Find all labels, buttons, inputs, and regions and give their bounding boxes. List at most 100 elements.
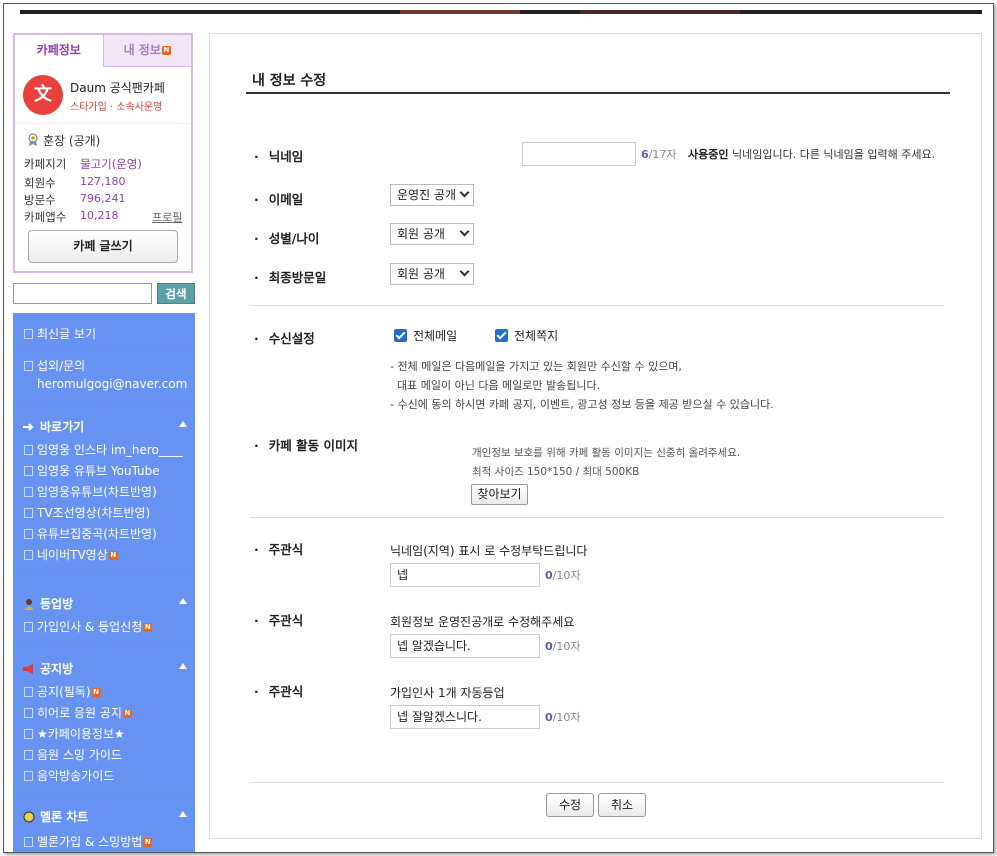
sidebar-item-link[interactable]: 음악방송가이드 (24, 767, 114, 784)
tab-cafe-info[interactable]: 카페정보 (15, 35, 103, 67)
sidebar-item-label: 네이버TV영상 (37, 548, 108, 562)
field-label: 주관식 (268, 613, 304, 628)
sidebar-item-link[interactable]: TV조선영상(차트반영) (24, 504, 150, 521)
collapse-arrow-icon[interactable] (179, 421, 187, 427)
sidebar-item-link[interactable]: 음원 스밍 가이드 (24, 746, 122, 763)
sidebar-item-link[interactable]: 유튜브집중곡(차트반영) (24, 525, 157, 542)
chevron-down-icon (459, 226, 470, 237)
sidebar-item-link[interactable]: 임영웅유튜브(차트반영) (24, 483, 157, 500)
sidebar-item-recent[interactable]: 최신글 보기 (24, 325, 96, 342)
char-count-max: /17자 (648, 148, 677, 161)
question-text: 가입인사 1개 자동등업 (390, 686, 505, 700)
answer-input[interactable]: 넵 잘알겠스니다. (390, 705, 540, 729)
nickname-message-text: 닉네임입니다. 다른 닉네임을 입력해 주세요. (728, 148, 936, 161)
field-label: 카페 활동 이미지 (268, 438, 358, 453)
browse-button[interactable]: 찾아보기 (471, 484, 528, 505)
answer-char-count: 0/10자 (545, 709, 580, 725)
sidebar-item-link[interactable]: ★카페이용정보★ (24, 725, 125, 742)
megaphone-icon (23, 664, 33, 674)
search-input[interactable] (13, 283, 152, 304)
sidebar-item-link[interactable]: 네이버TV영상 N (24, 546, 118, 563)
email-visibility-select[interactable]: 운영진 공개 (390, 184, 474, 206)
list-bullet-icon (24, 487, 33, 497)
stat-value: 127,180 (80, 175, 126, 188)
question-label: · 주관식 (254, 613, 304, 628)
last-visit-visibility-select[interactable]: 회원 공개 (390, 263, 474, 285)
cafe-subtitle: 스타가입 · 소속사운영 (70, 102, 163, 113)
divider (13, 405, 195, 406)
question-label: · 주관식 (254, 684, 304, 699)
new-badge-icon: N (122, 709, 132, 718)
char-count-max: /10자 (552, 711, 581, 724)
question-text: 닉네임(지역) 표시 로 수정부탁드립니다 (390, 544, 588, 558)
contact-email[interactable]: heromulgogi@naver.com (37, 377, 187, 391)
sidebar-item-link[interactable]: 가입인사 & 등업신청 N (24, 618, 153, 635)
section-title: 등업방 (40, 597, 74, 611)
sidebar-item-link[interactable]: 멜론가입 & 스밍방법 N (24, 833, 153, 850)
collapse-arrow-icon[interactable] (179, 663, 187, 669)
image-size-note: 최적 사이즈 150*150 / 최대 500KB (472, 466, 640, 478)
medal-icon (28, 133, 38, 146)
section-levelup[interactable]: 등업방 (22, 595, 73, 612)
question-label: · 주관식 (254, 542, 304, 557)
cafe-name[interactable]: Daum 공식팬카페 (70, 79, 165, 96)
new-badge-icon: N (161, 46, 171, 55)
list-bullet-icon (24, 622, 33, 632)
stat-label: 카페앱수 (24, 210, 67, 224)
image-note: 개인정보 보호를 위해 카페 활동 이미지는 신중히 올려주세요. (472, 447, 741, 459)
divider (250, 782, 944, 783)
gender-age-label: · 성별/나이 (254, 231, 320, 246)
tab-my-info[interactable]: 내 정보 N (102, 35, 191, 67)
field-label: 수신설정 (268, 331, 315, 346)
cancel-button[interactable]: 취소 (598, 793, 646, 817)
divider (250, 305, 944, 306)
all-note-checkbox[interactable]: 전체쪽지 (495, 327, 558, 344)
sidebar-item-link[interactable]: 공지(필독) N (24, 683, 101, 700)
select-value: 회원 공개 (397, 267, 445, 281)
list-bullet-icon (24, 529, 33, 539)
stat-value: 10,218 (80, 209, 119, 222)
section-shortcuts[interactable]: 바로가기 (22, 418, 84, 435)
char-count-value: 0 (545, 569, 553, 582)
sidebar-item-link[interactable]: 임영웅 유튜브 YouTube (24, 462, 160, 479)
chevron-down-icon (459, 187, 470, 198)
answer-input[interactable]: 넵 알겠습니다. (390, 634, 540, 658)
nickname-char-count: 6/17자 (641, 146, 676, 162)
stat-label: 방문수 (24, 193, 56, 207)
section-melon-chart[interactable]: 멜론 차트 (22, 808, 88, 825)
search-button[interactable]: 검색 (157, 283, 195, 304)
nickname-input[interactable] (522, 142, 636, 166)
nickname-message-bold: 사용중인 (688, 148, 729, 161)
sidebar-item-link[interactable]: 임영웅 인스타 im_hero____ (24, 441, 183, 458)
sidebar-item-label: 히어로 응원 공지 (37, 706, 122, 720)
collapse-arrow-icon[interactable] (179, 811, 187, 817)
divider (13, 571, 195, 572)
all-mail-checkbox[interactable]: 전체메일 (394, 327, 457, 344)
new-badge-icon: N (143, 623, 153, 632)
sidebar-item-contact[interactable]: 섭외/문의 (24, 357, 85, 374)
checkbox-checked-icon (495, 329, 508, 342)
stat-value[interactable]: 물고기(운영) (80, 156, 142, 172)
list-bullet-icon (24, 687, 33, 697)
field-label: 닉네임 (268, 149, 304, 164)
char-count-value: 6 (641, 148, 649, 161)
sidebar-item-label: 최신글 보기 (37, 327, 97, 341)
list-bullet-icon (24, 729, 33, 739)
melon-icon (23, 811, 35, 823)
submit-button[interactable]: 수정 (546, 793, 594, 817)
collapse-arrow-icon[interactable] (179, 598, 187, 604)
page-title: 내 정보 수정 (252, 73, 327, 89)
gender-age-visibility-select[interactable]: 회원 공개 (390, 223, 474, 245)
cafe-logo-icon[interactable]: 文 (23, 75, 63, 115)
answer-input[interactable]: 넵 (390, 563, 540, 587)
question-text: 회원정보 운영진공개로 수정해주세요 (390, 615, 575, 629)
cafe-write-button[interactable]: 카페 글쓰기 (28, 230, 178, 263)
sidebar-item-label: 임영웅 인스타 im_hero____ (37, 443, 183, 457)
sidebar-item-label: ★카페이용정보★ (37, 727, 125, 741)
section-notice[interactable]: 공지방 (22, 660, 73, 677)
char-count-value: 0 (545, 711, 553, 724)
profile-link[interactable]: 프로필 (152, 209, 182, 225)
sidebar-item-link[interactable]: 히어로 응원 공지 N (24, 704, 132, 721)
person-icon (24, 599, 34, 610)
stat-value: 796,241 (80, 192, 126, 205)
